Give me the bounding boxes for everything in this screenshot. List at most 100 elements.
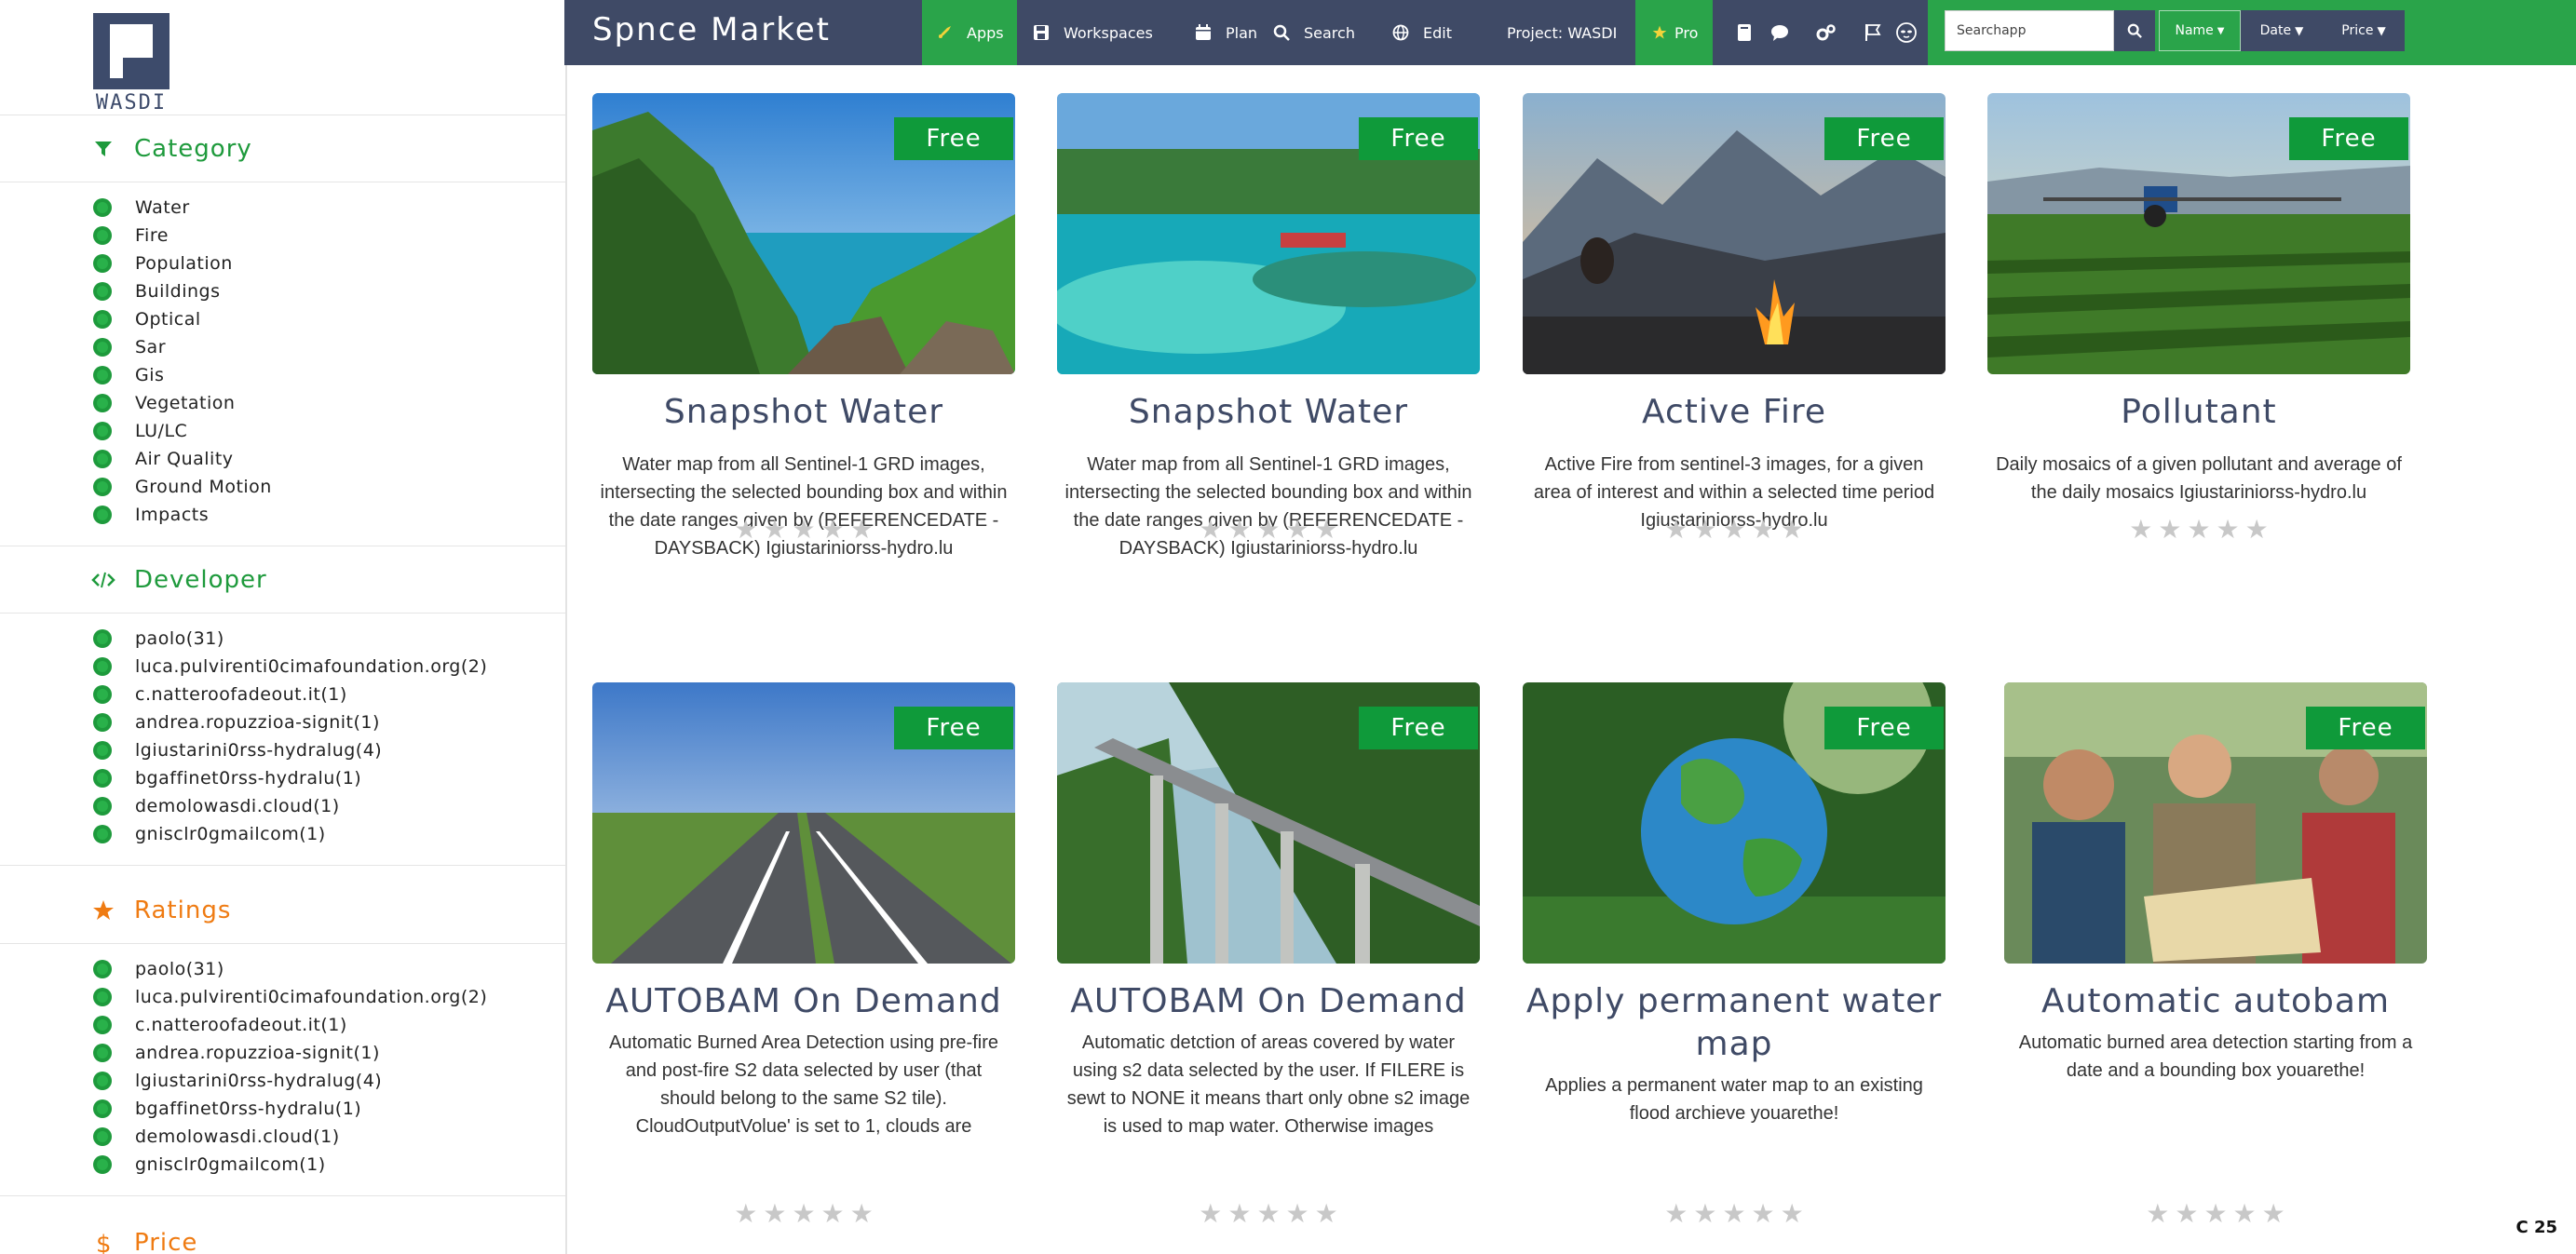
developer-header[interactable]: Developer xyxy=(0,546,565,614)
star-icon[interactable]: ★ xyxy=(1664,1201,1688,1227)
star-icon[interactable]: ★ xyxy=(734,1201,757,1227)
star-icon[interactable]: ★ xyxy=(2158,517,2181,543)
rating-stars[interactable]: ★ ★ ★ ★ ★ xyxy=(1523,1201,1946,1227)
book-icon[interactable] xyxy=(1732,20,1756,45)
app-card[interactable]: Free AUTOBAM On Demand Automatic detction … xyxy=(1057,682,1480,1227)
app-card[interactable]: Free Pollutant Daily mosaics of a given po… xyxy=(1987,93,2410,590)
app-card-title[interactable]: Automatic autobam xyxy=(2004,980,2427,1023)
nav-edit[interactable]: Edit xyxy=(1391,0,1452,65)
category-item[interactable]: Gis xyxy=(0,361,565,389)
star-icon[interactable]: ★ xyxy=(1227,517,1251,543)
rating-stars[interactable]: ★ ★ ★ ★ ★ xyxy=(592,517,1015,543)
star-icon[interactable]: ★ xyxy=(1286,517,1309,543)
cogs-icon[interactable] xyxy=(1814,20,1838,45)
star-icon[interactable]: ★ xyxy=(2129,517,2152,543)
star-icon[interactable]: ★ xyxy=(792,1201,815,1227)
star-icon[interactable]: ★ xyxy=(850,517,874,543)
star-icon[interactable]: ★ xyxy=(1256,1201,1280,1227)
app-card-image[interactable]: Free xyxy=(1987,93,2410,374)
category-header[interactable]: Category xyxy=(0,115,565,182)
nav-search[interactable]: Search xyxy=(1272,0,1355,65)
app-card-title[interactable]: Snapshot Water xyxy=(1057,391,1480,434)
category-item[interactable]: Water xyxy=(0,194,565,222)
rating-item[interactable]: bgaffinet0rss-hydralu(1) xyxy=(0,1095,565,1123)
app-card-image[interactable]: Free xyxy=(1523,93,1946,374)
category-item[interactable]: LU/LC xyxy=(0,417,565,445)
developer-item[interactable]: paolo(31) xyxy=(0,625,565,653)
star-icon[interactable]: ★ xyxy=(1315,1201,1338,1227)
developer-item[interactable]: andrea.ropuzzioa-signit(1) xyxy=(0,708,565,736)
chat-icon[interactable] xyxy=(1768,20,1792,45)
star-icon[interactable]: ★ xyxy=(1664,517,1688,543)
developer-item[interactable]: demolowasdi.cloud(1) xyxy=(0,792,565,820)
app-card-title[interactable]: Active Fire xyxy=(1523,391,1946,434)
category-item[interactable]: Ground Motion xyxy=(0,473,565,501)
nav-pro[interactable]: Pro xyxy=(1635,0,1714,65)
category-item[interactable]: Buildings xyxy=(0,277,565,305)
star-icon[interactable]: ★ xyxy=(1315,517,1338,543)
category-item[interactable]: Sar xyxy=(0,333,565,361)
rating-item[interactable]: paolo(31) xyxy=(0,955,565,983)
nav-workspaces[interactable]: Workspaces xyxy=(1032,0,1153,65)
developer-item[interactable]: gnisclr0gmailcom(1) xyxy=(0,820,565,848)
flag-icon[interactable] xyxy=(1861,20,1885,45)
star-icon[interactable]: ★ xyxy=(2146,1201,2169,1227)
app-card[interactable]: Free Automatic autobam Automatic burned ar… xyxy=(2004,682,2427,1227)
nav-apps[interactable]: Apps xyxy=(922,0,1017,65)
wasdi-logo[interactable]: WASDI xyxy=(93,13,169,115)
star-icon[interactable]: ★ xyxy=(734,517,757,543)
sort-date-button[interactable]: Date ▼ xyxy=(2241,10,2323,51)
rating-stars[interactable]: ★ ★ ★ ★ ★ xyxy=(1523,517,1946,543)
star-icon[interactable]: ★ xyxy=(2203,1201,2227,1227)
app-search-button[interactable] xyxy=(2114,10,2155,51)
rating-item[interactable]: c.natteroofadeout.it(1) xyxy=(0,1011,565,1039)
star-icon[interactable]: ★ xyxy=(1693,517,1716,543)
star-icon[interactable]: ★ xyxy=(1752,1201,1775,1227)
rating-stars[interactable]: ★ ★ ★ ★ ★ xyxy=(1057,517,1480,543)
star-icon[interactable]: ★ xyxy=(821,517,845,543)
price-header[interactable]: $ Price xyxy=(0,1209,565,1254)
brand-title[interactable]: Spnce Market xyxy=(592,11,831,48)
category-item[interactable]: Vegetation xyxy=(0,389,565,417)
category-item[interactable]: Optical xyxy=(0,305,565,333)
star-icon[interactable]: ★ xyxy=(2262,1201,2285,1227)
app-card-title[interactable]: Pollutant xyxy=(1987,391,2410,434)
star-icon[interactable]: ★ xyxy=(763,517,786,543)
star-icon[interactable]: ★ xyxy=(1722,517,1745,543)
nav-project[interactable]: Project: WASDI xyxy=(1507,0,1617,65)
star-icon[interactable]: ★ xyxy=(1227,1201,1251,1227)
rating-item[interactable]: lgiustarini0rss-hydralug(4) xyxy=(0,1067,565,1095)
rating-stars[interactable]: ★ ★ ★ ★ ★ xyxy=(2004,1201,2427,1227)
star-icon[interactable]: ★ xyxy=(792,517,815,543)
developer-item[interactable]: luca.pulvirenti0cimafoundation.org(2) xyxy=(0,653,565,681)
app-card-image[interactable]: Free xyxy=(592,93,1015,374)
ratings-header[interactable]: Ratings xyxy=(0,877,565,944)
star-icon[interactable]: ★ xyxy=(2187,517,2210,543)
rating-item[interactable]: gnisclr0gmailcom(1) xyxy=(0,1151,565,1179)
app-card-image[interactable]: Free xyxy=(1057,93,1480,374)
star-icon[interactable]: ★ xyxy=(2175,1201,2198,1227)
nav-plan[interactable]: Plan xyxy=(1194,0,1257,65)
star-icon[interactable]: ★ xyxy=(1199,1201,1222,1227)
app-card[interactable]: Free Snapshot Water Water map from all Sen… xyxy=(1057,93,1480,590)
category-item[interactable]: Population xyxy=(0,249,565,277)
star-icon[interactable]: ★ xyxy=(850,1201,874,1227)
app-card-image[interactable]: Free xyxy=(2004,682,2427,964)
star-icon[interactable]: ★ xyxy=(1752,517,1775,543)
star-icon[interactable]: ★ xyxy=(1693,1201,1716,1227)
star-icon[interactable]: ★ xyxy=(2217,517,2240,543)
star-icon[interactable]: ★ xyxy=(1199,517,1222,543)
app-card-image[interactable]: Free xyxy=(1057,682,1480,964)
category-item[interactable]: Air Quality xyxy=(0,445,565,473)
rating-item[interactable]: andrea.ropuzzioa-signit(1) xyxy=(0,1039,565,1067)
app-card[interactable]: Free AUTOBAM On Demand Automatic Burned Ar… xyxy=(592,682,1015,1227)
app-card[interactable]: Free Apply permanent water map Applies a p… xyxy=(1523,682,1946,1227)
app-card-title[interactable]: Apply permanent water map xyxy=(1523,980,1946,1066)
app-search-input[interactable] xyxy=(1945,10,2114,51)
star-icon[interactable]: ★ xyxy=(1781,1201,1804,1227)
app-card[interactable]: Free Active Fire Active Fire from sentinel… xyxy=(1523,93,1946,590)
star-icon[interactable]: ★ xyxy=(1256,517,1280,543)
app-card[interactable]: Free Snapshot Water Water map from all Sen… xyxy=(592,93,1015,590)
app-card-title[interactable]: AUTOBAM On Demand xyxy=(592,980,1015,1023)
category-item[interactable]: Impacts xyxy=(0,501,565,529)
